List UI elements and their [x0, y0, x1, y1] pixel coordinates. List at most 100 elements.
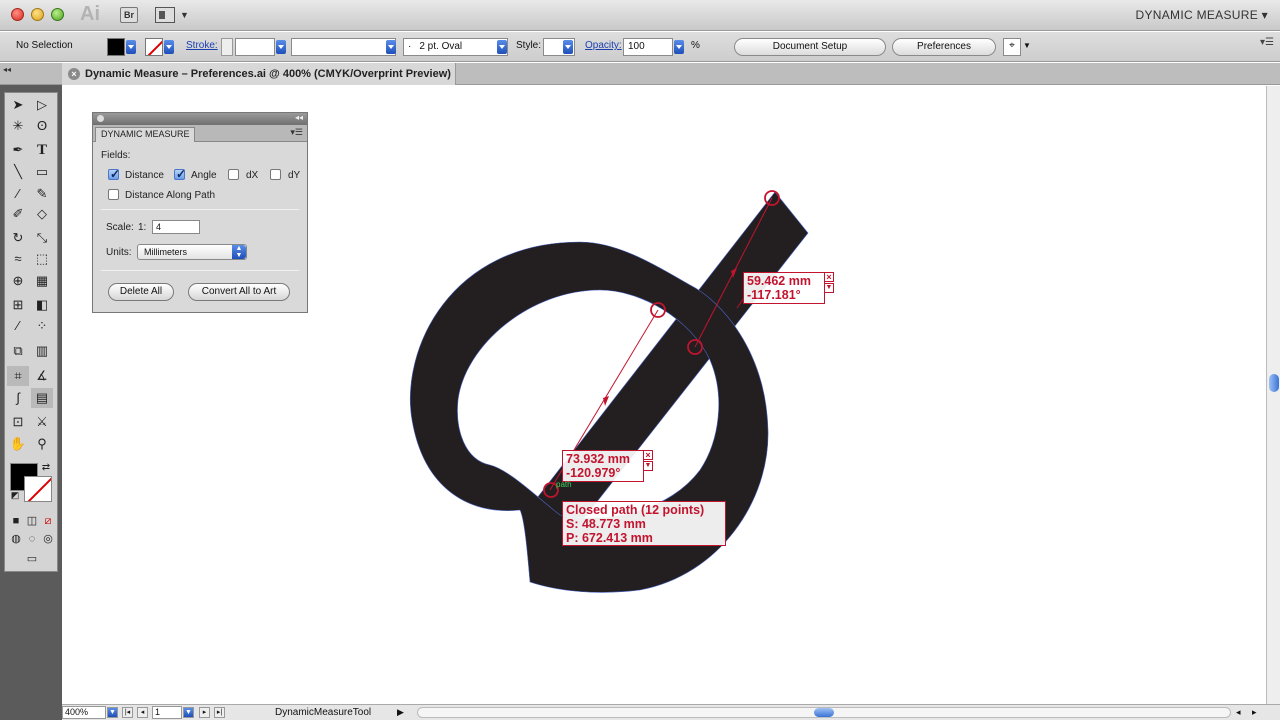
panel-title-strip[interactable]: ◂◂ [93, 113, 307, 125]
minimize-window-button[interactable] [31, 8, 44, 21]
status-menu-arrow-icon[interactable]: ▶ [397, 707, 404, 718]
slice-tool-icon[interactable]: ⚔ [31, 412, 53, 432]
zoom-level-field[interactable]: 400% [62, 706, 106, 719]
stroke-color-swatch[interactable] [24, 476, 52, 502]
dy-checkbox[interactable] [270, 169, 281, 180]
fill-dropdown[interactable] [126, 40, 136, 54]
panel-tab-dynamic-measure[interactable]: DYNAMIC MEASURE [95, 127, 195, 142]
eyedropper-tool-icon[interactable]: ⁄ [7, 316, 29, 336]
zoom-dropdown[interactable]: ▼ [107, 707, 118, 718]
measure-2-options-icon[interactable]: ▼ [643, 461, 653, 471]
arrange-documents-button[interactable]: ▼ [155, 7, 189, 23]
vertical-scroll-thumb[interactable] [1269, 374, 1279, 392]
width-tool-icon[interactable]: ≈ [7, 249, 29, 269]
rotate-tool-icon[interactable]: ↻ [7, 228, 29, 248]
path-info-label[interactable]: Closed path (12 points) S: 48.773 mm P: … [562, 501, 726, 546]
dx-checkbox[interactable] [228, 169, 239, 180]
document-setup-button[interactable]: Document Setup [734, 38, 886, 56]
selection-tool-icon[interactable]: ➤ [7, 95, 29, 115]
variable-width-dropdown[interactable] [386, 40, 396, 54]
document-tab[interactable]: × Dynamic Measure – Preferences.ai @ 400… [62, 63, 456, 85]
none-mode-icon[interactable]: ⧄ [41, 511, 55, 531]
measure-label-2[interactable]: 73.932 mm -120.979° [562, 450, 644, 482]
measure-label-1[interactable]: 59.462 mm -117.181° [743, 272, 825, 304]
vertical-scrollbar[interactable] [1266, 86, 1280, 704]
delete-measure-2-icon[interactable]: × [643, 450, 653, 460]
previous-artboard-button[interactable]: ◂ [137, 707, 148, 718]
blob-brush-tool-icon[interactable]: ✐ [7, 204, 29, 224]
brush-definition-select[interactable]: · 2 pt. Oval [403, 38, 508, 56]
stroke-weight-stepper[interactable] [221, 38, 233, 56]
stroke-swatch[interactable] [145, 38, 163, 56]
perspective-grid-tool-icon[interactable]: ▦ [31, 271, 53, 291]
scroll-right-arrow-icon[interactable]: ▸ [1252, 707, 1257, 718]
mesh-tool-icon[interactable]: ⊞ [7, 295, 29, 315]
symbol-sprayer-tool-icon[interactable]: ⧉ [7, 341, 29, 361]
distance-along-path-checkbox[interactable] [108, 189, 119, 200]
convert-all-to-art-button[interactable]: Convert All to Art [188, 283, 290, 301]
control-panel-menu-icon[interactable]: ▾☰ [1260, 37, 1274, 48]
panel-menu-icon[interactable]: ▾☰ [290, 127, 303, 138]
column-graph-tool-icon[interactable]: ▥ [31, 341, 53, 361]
dynamic-measure-tool-icon[interactable]: ⌗ [7, 366, 29, 386]
artboard-tool-icon[interactable]: ⊡ [7, 412, 29, 432]
measure-grid-tool-icon[interactable]: ▤ [31, 388, 53, 408]
measure-angle-tool-icon[interactable]: ∡ [31, 366, 53, 386]
select-similar-dropdown[interactable]: ▼ [1023, 41, 1031, 50]
delete-measure-1-icon[interactable]: × [824, 272, 834, 282]
brush-dropdown[interactable] [497, 40, 507, 54]
color-mode-icon[interactable]: ■ [9, 511, 23, 531]
blend-tool-icon[interactable]: ⁘ [31, 316, 53, 336]
panel-collapse-icon[interactable]: ◂◂ [295, 113, 303, 122]
stroke-dropdown[interactable] [164, 40, 174, 54]
artboard-dropdown[interactable]: ▼ [183, 707, 194, 718]
pencil-tool-icon[interactable]: ✎ [31, 184, 53, 204]
next-artboard-button[interactable]: ▸ [199, 707, 210, 718]
horizontal-scrollbar[interactable] [417, 707, 1231, 718]
swap-fill-stroke-icon[interactable]: ⇄ [39, 461, 53, 475]
direct-selection-tool-icon[interactable]: ▷ [31, 95, 53, 115]
last-artboard-button[interactable]: ▸| [214, 707, 225, 718]
variable-width-select[interactable] [291, 38, 396, 56]
zoom-tool-icon[interactable]: ⚲ [31, 434, 53, 454]
measure-1-options-icon[interactable]: ▼ [824, 283, 834, 293]
angle-checkbox[interactable] [174, 167, 186, 181]
opacity-input[interactable]: 100 [623, 38, 673, 56]
pen-tool-icon[interactable]: ✒ [7, 140, 29, 160]
scroll-left-arrow-icon[interactable]: ◂ [1236, 707, 1241, 718]
gradient-tool-icon[interactable]: ◧ [31, 295, 53, 315]
bridge-button[interactable]: Br [120, 7, 138, 23]
hand-tool-icon[interactable]: ✋ [7, 434, 29, 454]
stroke-label[interactable]: Stroke: [186, 40, 218, 51]
draw-behind-icon[interactable]: ◌ [25, 529, 39, 549]
preferences-button[interactable]: Preferences [892, 38, 996, 56]
stroke-weight-input[interactable] [235, 38, 275, 56]
workspace-switcher[interactable]: DYNAMIC MEASURE ▾ [1136, 8, 1268, 22]
close-icon[interactable]: × [68, 68, 80, 80]
zoom-window-button[interactable] [51, 8, 64, 21]
eraser-tool-icon[interactable]: ◇ [31, 204, 53, 224]
fill-swatch[interactable] [107, 38, 125, 56]
select-similar-icon[interactable]: ⌖ [1003, 38, 1021, 56]
artboard-number-field[interactable]: 1 [152, 706, 182, 719]
paintbrush-tool-icon[interactable]: ⁄ [7, 184, 29, 204]
first-artboard-button[interactable]: |◂ [122, 707, 133, 718]
delete-all-button[interactable]: Delete All [108, 283, 174, 301]
opacity-label[interactable]: Opacity: [585, 40, 622, 51]
units-select[interactable]: Millimeters ▲ ▼ [137, 244, 247, 260]
type-tool-icon[interactable]: T [31, 140, 53, 160]
measure-path-tool-icon[interactable]: ∫ [7, 388, 29, 408]
lasso-tool-icon[interactable]: ʘ [31, 116, 53, 136]
magic-wand-tool-icon[interactable]: ✳ [7, 116, 29, 136]
free-transform-tool-icon[interactable]: ⬚ [31, 249, 53, 269]
rectangle-tool-icon[interactable]: ▭ [31, 162, 53, 182]
shape-builder-tool-icon[interactable]: ⊕ [7, 271, 29, 291]
draw-inside-icon[interactable]: ◎ [41, 529, 55, 549]
gradient-mode-icon[interactable]: ◫ [25, 511, 39, 531]
horizontal-scroll-thumb[interactable] [814, 708, 834, 717]
scale-input[interactable]: 4 [152, 220, 200, 234]
close-window-button[interactable] [11, 8, 24, 21]
distance-checkbox[interactable] [108, 167, 120, 181]
panel-close-icon[interactable] [97, 115, 104, 122]
collapse-panels-icon[interactable]: ◂◂ [3, 65, 11, 74]
